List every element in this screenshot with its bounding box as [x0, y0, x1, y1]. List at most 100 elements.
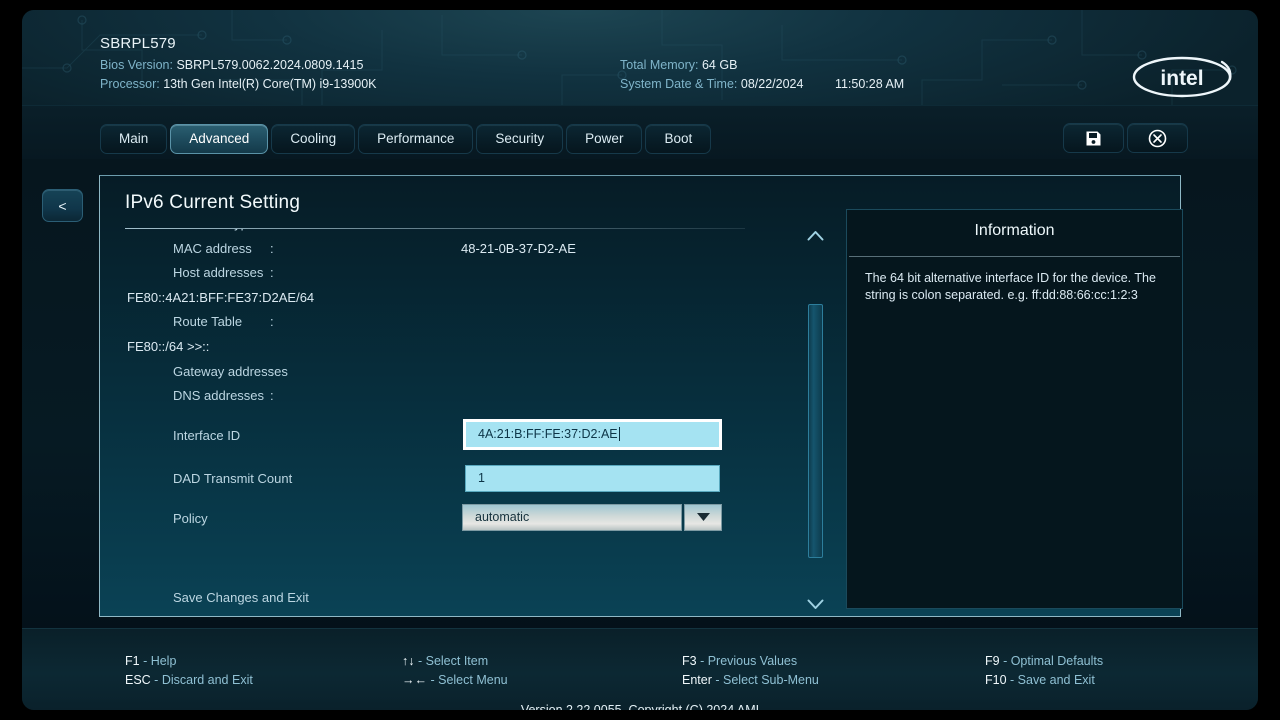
tab-boot[interactable]: Boot: [645, 124, 712, 154]
chevron-down-icon: [696, 513, 710, 522]
policy-dropdown[interactable]: automatic: [462, 503, 722, 531]
hotkey-enter-key: Enter: [682, 673, 712, 687]
body-area: < IPv6 Current Setting Interface Type : …: [22, 159, 1258, 629]
hotkey-f9-key: F9: [985, 654, 1000, 668]
policy-label: Policy: [173, 510, 208, 526]
policy-value: automatic: [475, 510, 530, 525]
host-addresses-label: Host addresses: [173, 265, 264, 281]
route-table-value: FE80::/64 >>::: [127, 338, 210, 354]
circle-x-icon: [1148, 129, 1167, 147]
exit-button[interactable]: [1127, 123, 1188, 153]
dad-transmit-count-label: DAD Transmit Count: [173, 470, 293, 486]
footer-bar: F1 - Help ESC - Discard and Exit ↑↓ - Se…: [22, 628, 1258, 710]
processor-label: Processor:: [100, 77, 160, 91]
system-date-value: 08/22/2024: [740, 77, 804, 91]
save-changes-row: Save Changes and Exit: [100, 542, 790, 612]
setting-row-mac-address: MAC address : 48-21-0B-37-D2-AE: [100, 241, 790, 266]
hotkey-f3-previous-values: F3 - Previous Values: [682, 654, 798, 668]
tab-advanced[interactable]: Advanced: [170, 124, 269, 154]
dad-transmit-count-value: 1: [478, 471, 485, 486]
dad-transmit-count-input[interactable]: 1: [465, 464, 720, 492]
scroll-down-button[interactable]: [803, 598, 827, 614]
host-address-value: FE80::4A21:BFF:FE37:D2AE/64: [127, 289, 315, 305]
interface-id-value: 4A:21:B:FF:FE:37:D2:AE: [478, 427, 618, 442]
system-datetime-row: System Date & Time: 08/22/2024 11:50:28 …: [620, 77, 904, 91]
hotkey-f3-key: F3: [682, 654, 697, 668]
back-button[interactable]: <: [42, 189, 83, 222]
information-title: Information: [974, 222, 1055, 239]
bios-version-value: SBRPL579.0062.2024.0809.1415: [176, 58, 364, 72]
information-divider: [849, 256, 1180, 257]
hotkey-f10-desc: Save and Exit: [1017, 673, 1095, 687]
setting-row-gateway-addresses: Gateway addresses :: [100, 364, 790, 389]
settings-list: Interface Type : Ethernet MAC address : …: [100, 229, 790, 612]
host-addresses-colon: :: [270, 265, 274, 281]
processor-value: 13th Gen Intel(R) Core(TM) i9-13900K: [163, 77, 377, 91]
setting-row-route-table: Route Table :: [100, 314, 790, 339]
information-panel: Information The 64 bit alternative inter…: [846, 209, 1183, 609]
tab-performance[interactable]: Performance: [358, 124, 474, 154]
text-caret: [618, 427, 620, 442]
save-button[interactable]: [1063, 123, 1124, 153]
total-memory-row: Total Memory: 64 GB: [620, 58, 737, 72]
policy-dropdown-value-area[interactable]: automatic: [462, 503, 682, 531]
mac-address-value: 48-21-0B-37-D2-AE: [461, 240, 576, 256]
bios-version-row: Bios Version: SBRPL579.0062.2024.0809.14…: [100, 58, 363, 72]
scroll-up-button[interactable]: [803, 229, 827, 245]
route-table-label: Route Table: [173, 314, 243, 330]
host-address-entry: FE80::4A21:BFF:FE37:D2AE/64: [100, 290, 790, 315]
hotkey-esc-key: ESC: [125, 673, 151, 687]
header-bar: SBRPL579 Bios Version: SBRPL579.0062.202…: [22, 10, 1258, 105]
intel-logo: intel: [1132, 56, 1232, 98]
hotkey-f1-help: F1 - Help: [125, 654, 177, 668]
chevron-up-icon: [807, 231, 823, 241]
bios-setup-screen: SBRPL579 Bios Version: SBRPL579.0062.202…: [0, 0, 1280, 720]
system-datetime-label: System Date & Time:: [620, 77, 738, 91]
total-memory-label: Total Memory:: [620, 58, 699, 72]
information-body: The 64 bit alternative interface ID for …: [865, 271, 1156, 302]
tab-power[interactable]: Power: [566, 124, 643, 154]
bios-frame: SBRPL579 Bios Version: SBRPL579.0062.202…: [22, 10, 1258, 710]
route-table-colon: :: [270, 314, 274, 330]
hotkey-esc-discard-and-exit: ESC - Discard and Exit: [125, 673, 253, 687]
setting-row-host-addresses: Host addresses :: [100, 265, 790, 290]
board-title: SBRPL579: [100, 35, 176, 52]
dns-addresses-label: DNS addresses: [173, 388, 265, 404]
hotkey-updown-select-item: ↑↓ - Select Item: [402, 654, 489, 668]
policy-dropdown-arrow[interactable]: [684, 503, 722, 531]
system-time-value: 11:50:28 AM: [834, 77, 905, 91]
interface-type-value: Ethernet: [461, 229, 510, 231]
mac-address-colon: :: [270, 240, 274, 256]
scrollbar-thumb[interactable]: [808, 304, 823, 558]
hotkey-esc-desc: Discard and Exit: [161, 673, 253, 687]
tab-strip: Main Advanced Cooling Performance Securi…: [100, 124, 712, 154]
gateway-addresses-colon: :: [270, 363, 274, 379]
header-action-buttons: [1063, 123, 1188, 153]
hotkey-f1-key: F1: [125, 654, 140, 668]
hotkey-f1-desc: Help: [150, 654, 177, 668]
setting-row-dns-addresses: DNS addresses :: [100, 388, 790, 413]
settings-scrollbar[interactable]: [800, 229, 830, 614]
ami-version-text: Version 2.22.0055. Copyright (C) 2024 AM…: [520, 703, 760, 710]
mac-address-label: MAC address: [173, 240, 252, 256]
tab-security[interactable]: Security: [476, 124, 564, 154]
total-memory-value: 64 GB: [701, 58, 738, 72]
hotkey-leftright-key: →←: [402, 673, 427, 687]
setting-row-interface-id: Interface ID 4A:21:B:FF:FE:37:D2:AE: [100, 413, 790, 462]
interface-id-input[interactable]: 4A:21:B:FF:FE:37:D2:AE: [463, 418, 722, 450]
save-changes-and-exit-link[interactable]: Save Changes and Exit: [173, 590, 309, 605]
route-table-entry: FE80::/64 >>::: [100, 339, 790, 364]
hotkey-f9-optimal-defaults: F9 - Optimal Defaults: [985, 654, 1104, 668]
hotkey-leftright-desc: Select Menu: [438, 673, 508, 687]
floppy-disk-icon: [1086, 131, 1101, 145]
dns-addresses-colon: :: [270, 388, 274, 404]
settings-panel: IPv6 Current Setting Interface Type : Et…: [99, 175, 1183, 617]
hotkey-f10-save-and-exit: F10 - Save and Exit: [985, 673, 1095, 687]
tab-cooling[interactable]: Cooling: [271, 124, 356, 154]
hotkey-f10-key: F10: [985, 673, 1007, 687]
tab-main[interactable]: Main: [100, 124, 168, 154]
interface-id-label: Interface ID: [173, 427, 241, 443]
hotkey-f3-desc: Previous Values: [707, 654, 798, 668]
bios-version-label: Bios Version:: [100, 58, 173, 72]
interface-type-colon: :: [270, 229, 274, 231]
